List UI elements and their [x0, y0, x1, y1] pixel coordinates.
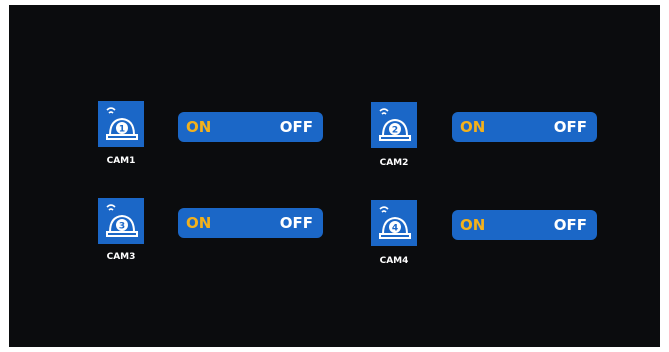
camera-dome-icon: 1: [106, 107, 138, 140]
camera-number: 1: [119, 125, 125, 135]
cam3-on-option[interactable]: ON: [186, 212, 211, 234]
cam3-label: CAM3: [106, 252, 136, 262]
cam1-tile[interactable]: 1: [98, 101, 144, 147]
camera-dome-icon: 2: [379, 108, 411, 141]
cam1-on-option[interactable]: ON: [186, 116, 211, 138]
cam2-toggle[interactable]: ON OFF: [452, 112, 597, 142]
display-screen: 1 CAM1 ON OFF 2 CAM2 ON OFF 3 CAM3 ON OF…: [9, 5, 660, 347]
camera-number: 2: [392, 126, 398, 136]
cam2-label: CAM2: [379, 158, 409, 168]
cam2-tile[interactable]: 2: [371, 102, 417, 148]
cam4-tile[interactable]: 4: [371, 200, 417, 246]
camera-dome-icon: 4: [379, 206, 411, 239]
cam2-off-option[interactable]: OFF: [554, 116, 587, 138]
cam1-label: CAM1: [106, 156, 136, 166]
cam3-tile[interactable]: 3: [98, 198, 144, 244]
cam4-on-option[interactable]: ON: [460, 214, 485, 236]
cam4-toggle[interactable]: ON OFF: [452, 210, 597, 240]
camera-number: 4: [392, 224, 398, 234]
cam4-off-option[interactable]: OFF: [554, 214, 587, 236]
camera-number: 3: [119, 222, 125, 232]
cam4-label: CAM4: [379, 256, 409, 266]
cam3-toggle[interactable]: ON OFF: [178, 208, 323, 238]
camera-dome-icon: 3: [106, 204, 138, 237]
cam1-toggle[interactable]: ON OFF: [178, 112, 323, 142]
cam3-off-option[interactable]: OFF: [280, 212, 313, 234]
cam2-on-option[interactable]: ON: [460, 116, 485, 138]
cam1-off-option[interactable]: OFF: [280, 116, 313, 138]
